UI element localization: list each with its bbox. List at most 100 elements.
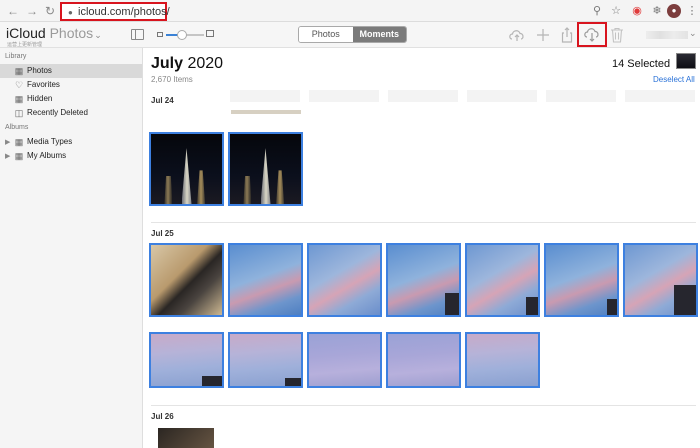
folder-icon: ▦ [14, 137, 24, 147]
day-heading: Jul 26 [151, 412, 174, 421]
albums-section-label: Albums [5, 124, 29, 131]
section-divider [151, 222, 696, 223]
sidebar-item-label: Photos [27, 66, 52, 75]
item-count: 2,670 Items [151, 75, 193, 84]
photo-thumbnail[interactable] [307, 332, 382, 388]
sidebar: Library ▦ Photos ♡ Favorites ▦ Hidden ◫ … [0, 48, 143, 448]
sidebar-item-label: Hidden [27, 94, 53, 103]
photo-thumbnail[interactable] [465, 332, 540, 388]
zoom-slider[interactable] [166, 30, 204, 40]
photo-content [674, 285, 696, 315]
faded-photo [625, 90, 695, 102]
photo-grid-area: July 2020 2,670 Items 14 Selected Desele… [144, 48, 700, 448]
photo-thumbnail[interactable] [149, 132, 224, 206]
share-icon[interactable] [558, 26, 576, 44]
app-toolbar: iCloud Photos⌄ 运营上更新管理 Photos Moments ⌄ [0, 22, 700, 48]
upload-icon[interactable] [508, 26, 526, 44]
hidden-icon: ▦ [14, 94, 24, 104]
year-label: 2020 [187, 55, 224, 72]
photo-content [276, 170, 285, 204]
photo-thumbnail[interactable] [307, 243, 382, 317]
photo-content [197, 170, 206, 204]
photo-content [285, 378, 301, 386]
disclosure-triangle-icon[interactable]: ▶ [5, 152, 10, 160]
faded-photo [388, 90, 458, 102]
chevron-down-icon: ⌄ [94, 30, 102, 40]
add-icon[interactable] [534, 26, 552, 44]
sidebar-item-hidden[interactable]: ▦ Hidden [0, 92, 142, 106]
pinterest-icon[interactable]: ◉ [630, 4, 644, 18]
back-icon[interactable]: ← [6, 4, 20, 18]
sidebar-item-recently-deleted[interactable]: ◫ Recently Deleted [0, 106, 142, 120]
photo-thumbnail[interactable] [149, 243, 224, 317]
photo-thumbnail[interactable] [544, 243, 619, 317]
brand-sub: Photos [49, 25, 94, 41]
photo-thumbnail[interactable] [228, 132, 303, 206]
sidebar-toggle-icon[interactable] [131, 29, 144, 40]
partial-photo[interactable] [231, 110, 301, 114]
sidebar-item-label: Recently Deleted [27, 108, 88, 117]
selection-count: 14 Selected [612, 58, 671, 70]
faded-photo [309, 90, 379, 102]
photo-content [181, 148, 192, 204]
photo-thumbnail[interactable] [465, 243, 540, 317]
heart-icon: ♡ [14, 80, 24, 90]
photos-icon: ▦ [14, 66, 24, 76]
forward-icon[interactable]: → [25, 4, 39, 18]
sidebar-item-media-types[interactable]: ▶ ▦ Media Types [0, 135, 142, 149]
photo-thumbnail[interactable] [228, 332, 303, 388]
section-divider [151, 405, 696, 406]
tab-moments[interactable]: Moments [352, 27, 406, 42]
photo-content [260, 148, 271, 204]
sidebar-item-label: My Albums [27, 151, 67, 160]
view-switcher: Photos Moments [298, 26, 407, 43]
download-icon[interactable] [583, 25, 601, 43]
url-text: icloud.com/photos/ [78, 6, 170, 18]
photo-thumbnail[interactable] [228, 243, 303, 317]
trash-icon: ◫ [14, 108, 24, 118]
brand-tagline: 运营上更新管理 [7, 42, 43, 48]
app-title[interactable]: iCloud Photos⌄ [6, 25, 102, 41]
zoom-out-icon[interactable] [157, 32, 163, 37]
photo-content [243, 176, 252, 204]
photo-content [526, 297, 538, 315]
sidebar-item-favorites[interactable]: ♡ Favorites [0, 78, 142, 92]
library-section-label: Library [5, 53, 27, 60]
page-title: July 2020 [151, 55, 223, 73]
photo-content [164, 176, 173, 204]
menu-icon[interactable]: ⋮ [685, 4, 699, 18]
disclosure-triangle-icon[interactable]: ▶ [5, 138, 10, 146]
zoom-in-icon[interactable] [206, 30, 214, 37]
photo-content [607, 299, 617, 315]
chevron-down-icon[interactable]: ⌄ [689, 28, 697, 39]
faded-photo [467, 90, 537, 102]
star-icon[interactable]: ☆ [609, 4, 623, 18]
selection-thumbnail [676, 53, 696, 69]
reload-icon[interactable]: ↻ [43, 4, 57, 18]
account-name[interactable] [646, 31, 688, 39]
photo-thumbnail[interactable] [386, 332, 461, 388]
deselect-all-link[interactable]: Deselect All [653, 75, 695, 84]
month-label: July [151, 55, 184, 72]
lock-icon: ● [68, 8, 73, 17]
photo-content [445, 293, 459, 315]
address-bar[interactable]: ● icloud.com/photos/ [60, 2, 170, 21]
photo-thumbnail[interactable] [158, 428, 214, 448]
delete-icon[interactable] [610, 27, 624, 43]
key-icon[interactable]: ⚲ [590, 4, 604, 18]
photo-thumbnail[interactable] [623, 243, 698, 317]
profile-avatar[interactable]: ● [667, 4, 681, 18]
extensions-icon[interactable]: ❄ [650, 4, 664, 18]
day-heading: Jul 25 [151, 229, 174, 238]
sidebar-item-my-albums[interactable]: ▶ ▦ My Albums [0, 149, 142, 163]
faded-photo [230, 90, 300, 102]
browser-toolbar: ← → ↻ ● icloud.com/photos/ ⚲ ☆ ◉ ❄ ● ⋮ [0, 0, 700, 22]
day-heading: Jul 24 [151, 96, 174, 105]
photo-thumbnail[interactable] [149, 332, 224, 388]
sidebar-item-label: Favorites [27, 80, 60, 89]
tab-photos[interactable]: Photos [299, 27, 353, 42]
brand-name: iCloud [6, 25, 46, 41]
zoom-slider-thumb[interactable] [177, 30, 187, 40]
sidebar-item-photos[interactable]: ▦ Photos [0, 64, 142, 78]
photo-thumbnail[interactable] [386, 243, 461, 317]
